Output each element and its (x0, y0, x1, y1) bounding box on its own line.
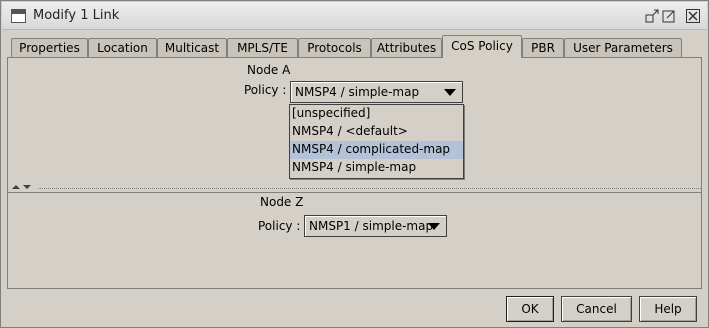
node-a-heading: Node A (247, 63, 291, 77)
node-z-policy-label: Policy : (258, 219, 301, 233)
chevron-down-icon (444, 89, 456, 96)
ok-button[interactable]: OK (506, 296, 554, 322)
policy-option-default[interactable]: NMSP4 / <default> (290, 123, 463, 141)
minimize-icon[interactable] (644, 8, 660, 24)
tab-protocols[interactable]: Protocols (298, 38, 371, 57)
node-a-policy-value: NMSP4 / simple-map (295, 85, 420, 99)
help-button[interactable]: Help (639, 296, 697, 322)
tab-properties[interactable]: Properties (11, 38, 88, 57)
node-z-heading: Node Z (260, 195, 304, 209)
window-title: Modify 1 Link (33, 8, 120, 23)
maximize-icon[interactable] (661, 8, 677, 24)
tab-cos-policy[interactable]: CoS Policy (442, 35, 522, 58)
window-icon (11, 9, 26, 23)
node-z-policy-select[interactable]: NMSP1 / simple-map (304, 215, 447, 237)
tab-multicast[interactable]: Multicast (157, 38, 227, 57)
expand-up-icon[interactable] (12, 185, 20, 189)
chevron-down-icon (428, 223, 440, 230)
tab-strip: Properties Location Multicast MPLS/TE Pr… (7, 35, 704, 58)
policy-option-complicated-map[interactable]: NMSP4 / complicated-map (290, 141, 463, 159)
node-a-policy-select[interactable]: NMSP4 / simple-map (290, 81, 463, 103)
policy-option-simple-map[interactable]: NMSP4 / simple-map (290, 159, 463, 177)
expand-down-icon[interactable] (23, 185, 31, 189)
tab-user-parameters[interactable]: User Parameters (564, 38, 682, 57)
tab-attributes[interactable]: Attributes (371, 38, 442, 57)
node-a-policy-label: Policy : (244, 83, 287, 97)
cancel-button[interactable]: Cancel (561, 296, 632, 322)
node-a-policy-dropdown: [unspecified] NMSP4 / <default> NMSP4 / … (289, 104, 464, 179)
modify-link-dialog: Modify 1 Link Properties Location Multic… (0, 0, 709, 328)
close-icon[interactable] (685, 8, 701, 24)
split-pane-divider[interactable] (8, 185, 701, 193)
title-bar[interactable]: Modify 1 Link (2, 2, 707, 30)
policy-option-unspecified[interactable]: [unspecified] (290, 105, 463, 123)
divider-line (8, 192, 701, 193)
divider-dots (38, 188, 701, 189)
tab-location[interactable]: Location (88, 38, 157, 57)
node-z-policy-value: NMSP1 / simple-map (309, 219, 434, 233)
tab-pbr[interactable]: PBR (522, 38, 564, 57)
tab-mpls-te[interactable]: MPLS/TE (227, 38, 298, 57)
